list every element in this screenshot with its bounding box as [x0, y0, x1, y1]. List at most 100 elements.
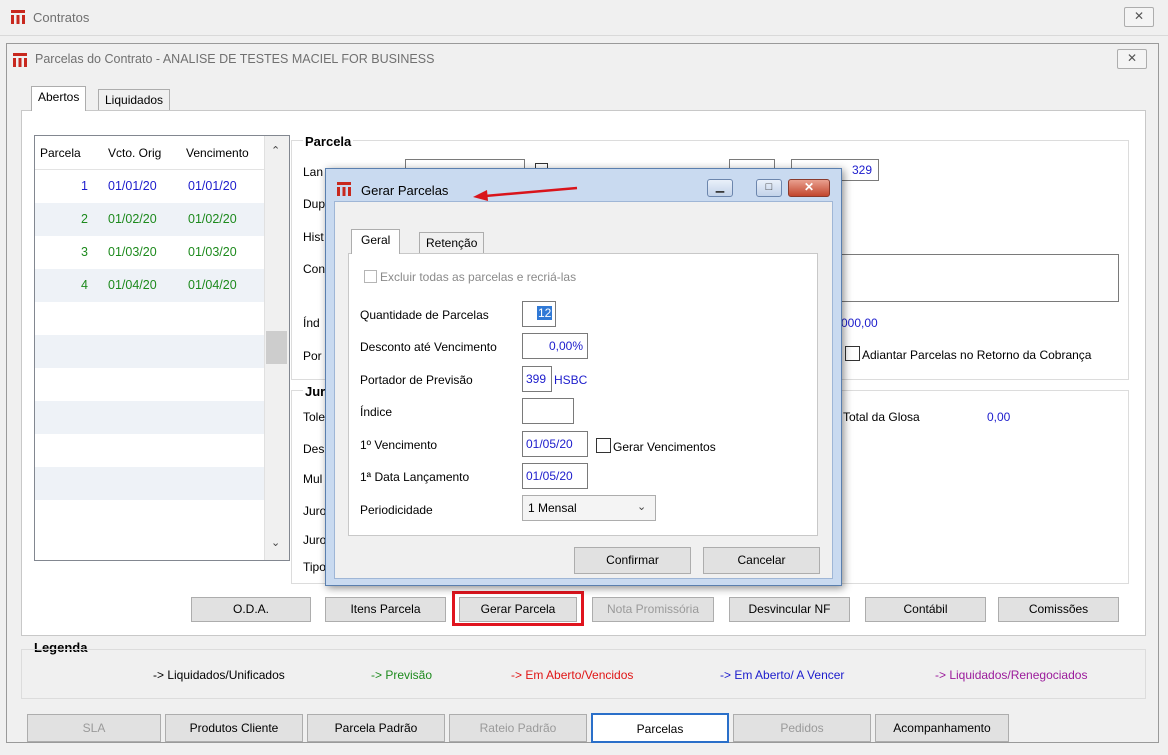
minimize-button[interactable]: ▁ — [707, 179, 733, 197]
data-lancamento-value: 01/05/20 — [526, 469, 573, 483]
dialog-title: Gerar Parcelas — [361, 183, 449, 198]
quantidade-input[interactable]: 12 — [522, 301, 556, 327]
total-glosa-label: Total da Glosa — [843, 410, 920, 424]
portador-code-value: 399 — [526, 372, 547, 386]
cell-parcela: 2 — [81, 212, 88, 226]
vencimento-value: 01/05/20 — [526, 437, 573, 451]
parcela-group-title: Parcela — [303, 134, 354, 149]
legend-item-liquidados: -> Liquidados/Unificados — [153, 668, 285, 682]
outer-close-button[interactable]: ✕ — [1124, 7, 1154, 27]
label-desconto: Des — [303, 442, 325, 456]
label-juros-2: Juro — [303, 533, 327, 547]
table-row-empty — [35, 335, 289, 368]
label-indice: Índ — [303, 316, 320, 330]
portador-code-input[interactable]: 399 — [522, 366, 552, 392]
periodicidade-value: 1 Mensal — [528, 501, 577, 515]
contabil-button[interactable]: Contábil — [865, 597, 986, 622]
portador-name: HSBC — [554, 373, 588, 387]
label-juros: Juro — [303, 504, 327, 518]
desvincular-nf-button[interactable]: Desvincular NF — [729, 597, 850, 622]
inner-close-button[interactable]: ✕ — [1117, 49, 1147, 69]
cell-vencimento: 01/02/20 — [188, 212, 237, 226]
outer-title-bar: Contratos ✕ — [0, 0, 1168, 36]
maximize-button[interactable]: □ — [756, 179, 782, 197]
col-header-vcto-orig: Vcto. Orig — [108, 146, 162, 160]
table-row-empty — [35, 302, 289, 335]
label-multa: Mul — [303, 472, 323, 486]
scroll-thumb[interactable] — [266, 331, 287, 364]
parcelas-grid[interactable]: Parcela Vcto. Orig Vencimento 1 01/01/20 0… — [34, 135, 290, 561]
oda-button[interactable]: O.D.A. — [191, 597, 311, 622]
col-header-vencimento: Vencimento — [186, 146, 249, 160]
quantidade-label: Quantidade de Parcelas — [360, 308, 489, 322]
cell-vencimento: 01/03/20 — [188, 245, 237, 259]
desconto-label: Desconto até Vencimento — [360, 340, 497, 354]
cell-parcela: 1 — [81, 179, 88, 193]
nota-promissoria-button[interactable]: Nota Promissória — [592, 597, 714, 622]
confirmar-button[interactable]: Confirmar — [574, 547, 691, 574]
juros-group-title: Jur — [303, 384, 328, 399]
app-logo-icon — [10, 9, 26, 25]
tab-rateio-padrao[interactable]: Rateio Padrão — [449, 714, 587, 742]
tab-parcelas[interactable]: Parcelas — [591, 713, 729, 743]
cell-parcela: 3 — [81, 245, 88, 259]
scroll-down-icon[interactable]: ⌄ — [271, 536, 280, 549]
tab-acompanhamento[interactable]: Acompanhamento — [875, 714, 1009, 742]
annotation-arrow-icon — [473, 186, 578, 201]
table-row[interactable]: 4 01/04/20 01/04/20 — [35, 269, 289, 302]
adiantar-checkbox[interactable] — [845, 346, 860, 361]
cell-parcela: 4 — [81, 278, 88, 292]
scroll-up-icon[interactable]: ⌃ — [271, 144, 280, 157]
dialog-tab-retencao[interactable]: Retenção — [419, 232, 485, 254]
periodicidade-select[interactable]: 1 Mensal ⌄ — [522, 495, 656, 521]
table-row-empty — [35, 368, 289, 401]
grid-header: Parcela Vcto. Orig Vencimento — [35, 136, 289, 170]
legend-item-previsao: -> Previsão — [371, 668, 433, 682]
grid-scrollbar[interactable]: ⌃ ⌄ — [264, 136, 289, 560]
dialog-close-button[interactable]: ✕ — [788, 179, 830, 197]
tab-produtos-cliente[interactable]: Produtos Cliente — [165, 714, 303, 742]
tab-pedidos[interactable]: Pedidos — [733, 714, 871, 742]
excluir-checkbox[interactable] — [364, 270, 377, 283]
observacao-field[interactable] — [827, 254, 1119, 302]
legend-item-vencidos: -> Em Aberto/Vencidos — [511, 668, 634, 682]
legend-box: -> Liquidados/Unificados -> Previsão -> … — [21, 649, 1146, 699]
gerar-parcelas-dialog: Gerar Parcelas ▁ □ ✕ Geral Retenção Excl… — [325, 168, 842, 586]
legend-item-a-vencer: -> Em Aberto/ A Vencer — [720, 668, 845, 682]
inner-window-title: Parcelas do Contrato - ANALISE DE TESTES… — [35, 52, 435, 66]
app-logo-icon — [12, 52, 28, 68]
excluir-label: Excluir todas as parcelas e recriá-las — [380, 270, 577, 284]
dialog-tab-geral[interactable]: Geral — [351, 229, 401, 254]
gerar-vencimentos-label: Gerar Vencimentos — [613, 440, 716, 454]
vencimento-input[interactable]: 01/05/20 — [522, 431, 588, 457]
table-row-empty — [35, 401, 289, 434]
tab-abertos[interactable]: Abertos — [31, 86, 87, 111]
itens-parcela-button[interactable]: Itens Parcela — [325, 597, 446, 622]
tab-sla[interactable]: SLA — [27, 714, 161, 742]
comissoes-button[interactable]: Comissões — [998, 597, 1119, 622]
table-row[interactable]: 2 01/02/20 01/02/20 — [35, 203, 289, 236]
cell-vcto-orig: 01/02/20 — [108, 212, 157, 226]
quantidade-value: 12 — [537, 306, 553, 320]
cell-vencimento: 01/01/20 — [188, 179, 237, 193]
grid-rows: 1 01/01/20 01/01/20 2 01/02/20 01/02/20 3 01/03… — [35, 170, 289, 302]
desconto-input[interactable]: 0,00% — [522, 333, 588, 359]
table-row-empty — [35, 500, 289, 533]
label-duplicata: Dup — [303, 197, 326, 211]
chevron-down-icon[interactable]: ⌄ — [637, 500, 646, 513]
dialog-tab-pane: Excluir todas as parcelas e recriá-las Q… — [348, 253, 818, 536]
tab-parcela-padrao[interactable]: Parcela Padrão — [307, 714, 445, 742]
table-row[interactable]: 3 01/03/20 01/03/20 — [35, 236, 289, 269]
data-lancamento-input[interactable]: 01/05/20 — [522, 463, 588, 489]
outer-window-title: Contratos — [33, 10, 90, 25]
numero-value: 329 — [851, 163, 872, 177]
label-conta: Con — [303, 262, 326, 276]
cancelar-button[interactable]: Cancelar — [703, 547, 820, 574]
indice-input[interactable] — [522, 398, 574, 424]
label-tolerancia: Tole — [303, 410, 326, 424]
tab-liquidados[interactable]: Liquidados — [98, 89, 171, 111]
gerar-vencimentos-checkbox[interactable] — [596, 438, 611, 453]
table-row[interactable]: 1 01/01/20 01/01/20 — [35, 170, 289, 203]
cell-vcto-orig: 01/04/20 — [108, 278, 157, 292]
gerar-parcela-button[interactable]: Gerar Parcela — [459, 597, 577, 622]
